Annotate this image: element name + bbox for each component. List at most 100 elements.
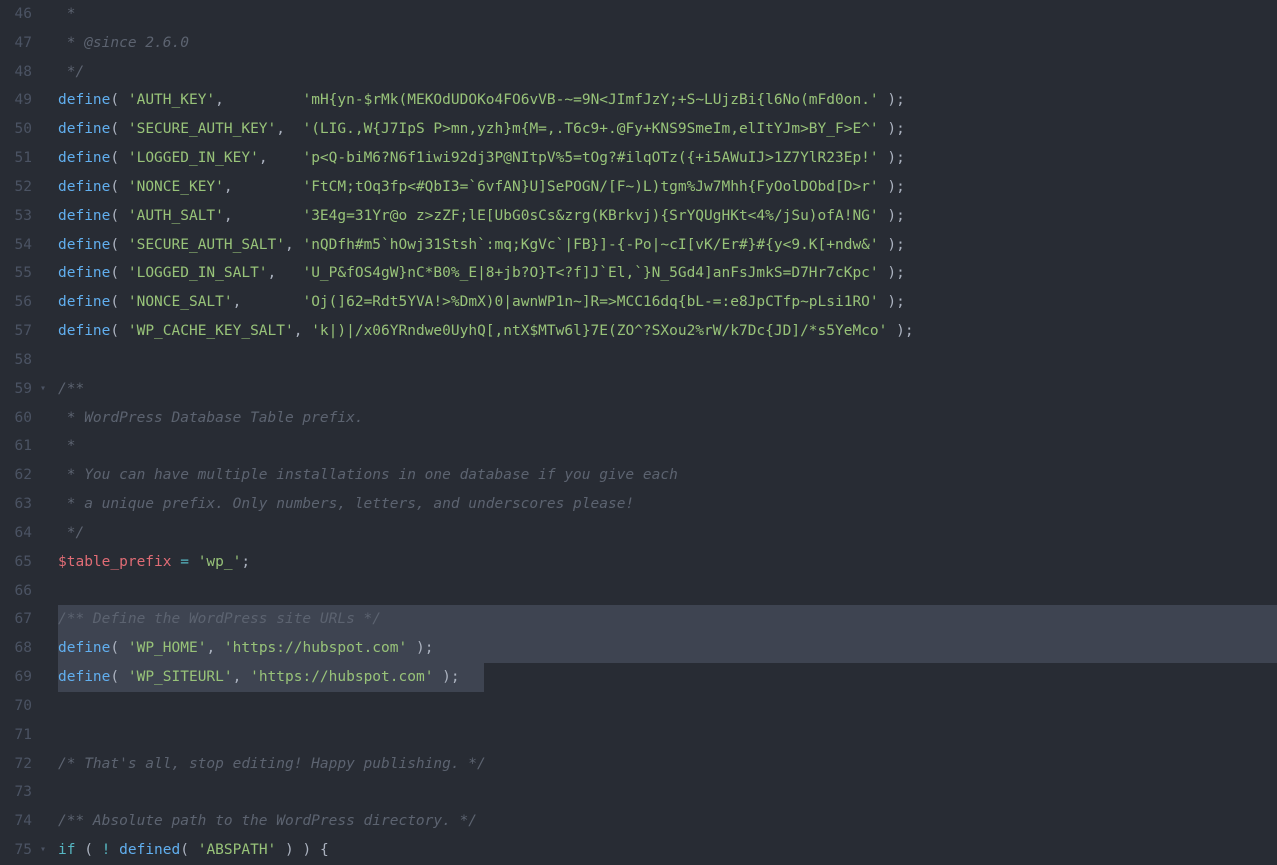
code-line[interactable]: define( 'LOGGED_IN_SALT', 'U_P&fOS4gW}nC…	[58, 259, 1277, 288]
token-func: define	[58, 265, 110, 281]
token-comment: */	[58, 525, 84, 541]
token-func: define	[58, 208, 110, 224]
token-punct: );	[879, 237, 905, 253]
line-number: 71	[0, 721, 44, 750]
token-punct	[172, 554, 181, 570]
code-line[interactable]: */	[58, 58, 1277, 87]
token-punct: ,	[233, 669, 250, 685]
token-punct: );	[879, 294, 905, 310]
token-punct: ,	[215, 92, 302, 108]
token-punct: (	[180, 842, 197, 858]
line-number: 67	[0, 605, 44, 634]
token-punct: );	[879, 92, 905, 108]
fold-marker-icon[interactable]: ▾	[40, 836, 46, 865]
code-line[interactable]: * @since 2.6.0	[58, 29, 1277, 58]
token-func: define	[58, 121, 110, 137]
line-number: 61	[0, 432, 44, 461]
code-line[interactable]: define( 'AUTH_KEY', 'mH{yn-$rMk(MEKOdUDO…	[58, 86, 1277, 115]
code-area[interactable]: * * @since 2.6.0 */define( 'AUTH_KEY', '…	[52, 0, 1277, 865]
token-punct: (	[110, 323, 127, 339]
line-number: 54	[0, 231, 44, 260]
token-punct: (	[110, 265, 127, 281]
code-line[interactable]: define( 'SECURE_AUTH_KEY', '(LIG.,W{J7Ip…	[58, 115, 1277, 144]
code-line[interactable]: if ( ! defined( 'ABSPATH' ) ) {	[58, 836, 1277, 865]
code-line[interactable]: /** Absolute path to the WordPress direc…	[58, 807, 1277, 836]
code-line[interactable]: * a unique prefix. Only numbers, letters…	[58, 490, 1277, 519]
line-number: 58	[0, 346, 44, 375]
token-string: 'WP_CACHE_KEY_SALT'	[128, 323, 294, 339]
fold-marker-icon[interactable]: ▾	[40, 375, 46, 404]
token-func: define	[58, 92, 110, 108]
code-line[interactable]: /* That's all, stop editing! Happy publi…	[58, 750, 1277, 779]
token-string: 'Oj(]62=Rdt5YVA!>%DmX)0|awnWP1n~]R=>MCC1…	[302, 294, 878, 310]
token-punct: ,	[268, 265, 303, 281]
token-punct: ,	[206, 640, 223, 656]
code-line[interactable]: define( 'WP_SITEURL', 'https://hubspot.c…	[58, 663, 1277, 692]
token-punct	[189, 554, 198, 570]
token-string: 'SECURE_AUTH_SALT'	[128, 237, 285, 253]
token-punct: (	[110, 294, 127, 310]
token-punct: (	[75, 842, 101, 858]
code-line[interactable]: define( 'NONCE_KEY', 'FtCM;tOq3fp<#QbI3=…	[58, 173, 1277, 202]
token-punct: ) ) {	[276, 842, 328, 858]
line-number: 63	[0, 490, 44, 519]
token-punct: ,	[294, 323, 311, 339]
code-line[interactable]: define( 'WP_CACHE_KEY_SALT', 'k|)|/x06YR…	[58, 317, 1277, 346]
token-comment: /* That's all, stop editing! Happy publi…	[58, 756, 486, 772]
token-comment: /** Define the WordPress site URLs */	[58, 611, 381, 627]
code-line[interactable]: /**	[58, 375, 1277, 404]
code-line[interactable]: define( 'WP_HOME', 'https://hubspot.com'…	[58, 634, 1277, 663]
token-string: 'AUTH_SALT'	[128, 208, 224, 224]
code-line-content: /**	[58, 381, 84, 397]
token-string: 'https://hubspot.com'	[250, 669, 433, 685]
line-number: 60	[0, 404, 44, 433]
code-line-content: $table_prefix = 'wp_';	[58, 554, 250, 570]
code-line[interactable]: /** Define the WordPress site URLs */	[58, 605, 1277, 634]
token-punct: );	[887, 323, 913, 339]
token-string: 'FtCM;tOq3fp<#QbI3=`6vfAN}U]SePOGN/[F~)L…	[302, 179, 878, 195]
code-line-content: define( 'NONCE_KEY', 'FtCM;tOq3fp<#QbI3=…	[58, 179, 905, 195]
token-func: define	[58, 179, 110, 195]
token-keyword: if	[58, 842, 75, 858]
code-line-content: /* That's all, stop editing! Happy publi…	[58, 756, 486, 772]
line-number: 57	[0, 317, 44, 346]
code-line[interactable]: * WordPress Database Table prefix.	[58, 404, 1277, 433]
code-line-content: */	[58, 525, 84, 541]
code-editor[interactable]: 4647484950515253545556575859▾60616263646…	[0, 0, 1277, 865]
token-punct: (	[110, 640, 127, 656]
token-string: 'wp_'	[198, 554, 242, 570]
token-string: 'k|)|/x06YRndwe0UyhQ[,ntX$MTw6l}7E(ZO^?S…	[311, 323, 887, 339]
line-number: 74	[0, 807, 44, 836]
line-number: 69	[0, 663, 44, 692]
code-line-content: define( 'NONCE_SALT', 'Oj(]62=Rdt5YVA!>%…	[58, 294, 905, 310]
line-number: 70	[0, 692, 44, 721]
code-line[interactable]: */	[58, 519, 1277, 548]
code-line[interactable]: define( 'NONCE_SALT', 'Oj(]62=Rdt5YVA!>%…	[58, 288, 1277, 317]
token-punct: (	[110, 669, 127, 685]
code-line[interactable]: * You can have multiple installations in…	[58, 461, 1277, 490]
line-number-gutter: 4647484950515253545556575859▾60616263646…	[0, 0, 52, 865]
token-string: 'LOGGED_IN_KEY'	[128, 150, 259, 166]
code-line[interactable]	[58, 577, 1277, 606]
code-line[interactable]: define( 'AUTH_SALT', '3E4g=31Yr@o z>zZF;…	[58, 202, 1277, 231]
code-line[interactable]: define( 'LOGGED_IN_KEY', 'p<Q-biM6?N6f1i…	[58, 144, 1277, 173]
code-line[interactable]: $table_prefix = 'wp_';	[58, 548, 1277, 577]
token-punct: );	[879, 208, 905, 224]
token-func: define	[58, 294, 110, 310]
code-line[interactable]	[58, 778, 1277, 807]
token-punct: (	[110, 179, 127, 195]
code-line[interactable]	[58, 346, 1277, 375]
code-line[interactable]	[58, 692, 1277, 721]
line-number: 46	[0, 0, 44, 29]
code-line[interactable]: *	[58, 432, 1277, 461]
token-func: define	[58, 640, 110, 656]
token-var: $table_prefix	[58, 554, 172, 570]
code-line[interactable]	[58, 721, 1277, 750]
token-comment: * You can have multiple installations in…	[58, 467, 678, 483]
code-line[interactable]: *	[58, 0, 1277, 29]
code-line-content: *	[58, 6, 84, 22]
code-line-content: define( 'SECURE_AUTH_KEY', '(LIG.,W{J7Ip…	[58, 121, 905, 137]
token-punct: (	[110, 121, 127, 137]
code-line[interactable]: define( 'SECURE_AUTH_SALT', 'nQDfh#m5`hO…	[58, 231, 1277, 260]
token-comment: *	[58, 438, 75, 454]
